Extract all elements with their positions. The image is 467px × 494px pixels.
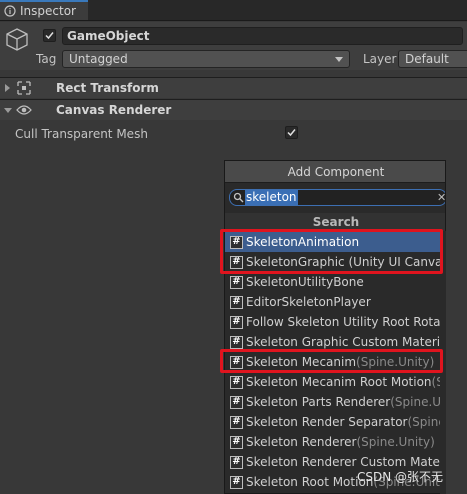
component-name: Canvas Renderer [56,103,172,117]
component-item-namespace: (Spine.Unity) [356,435,435,449]
script-icon: # [230,455,243,469]
component-list-item[interactable]: #Skeleton Mecanim Root Motion(Sp [225,372,445,392]
fold-right-icon [5,84,10,92]
tab-inspector[interactable]: Inspector [0,0,88,20]
object-name-field[interactable]: GameObject [62,27,463,45]
check-icon [287,129,296,137]
component-list-item[interactable]: #Skeleton Render Separator(Spine.U [225,412,445,432]
info-icon [4,5,16,17]
eye-icon [16,105,32,115]
script-icon: # [230,275,243,289]
highlight-box [220,349,443,373]
script-icon: # [230,415,243,429]
active-checkbox[interactable] [43,29,56,42]
script-icon: # [230,475,243,489]
component-item-label: SkeletonUtilityBone [246,275,364,289]
component-item-label: Skeleton Render Separator [246,415,408,429]
cull-transparent-mesh-checkbox[interactable] [285,126,298,139]
tab-bar: Inspector [0,0,467,21]
layer-label: Layer [363,52,397,66]
component-list-item[interactable]: # Skeleton Renderer (Spine.Unity) [225,432,445,452]
tag-label: Tag [36,52,57,66]
add-component-header: Add Component [225,161,445,183]
component-item-label: Skeleton Parts Renderer [246,395,391,409]
tab-label: Inspector [20,4,76,18]
component-item-namespace: (Spine.Uni [390,395,446,409]
cull-transparent-mesh-label: Cull Transparent Mesh [15,127,148,141]
component-name: Rect Transform [56,81,159,95]
script-icon: # [230,315,243,329]
component-item-label: Skeleton Renderer [246,435,357,449]
component-list-item[interactable]: # Follow Skeleton Utility Root Rotatic [225,312,446,332]
tag-dropdown[interactable]: Untagged [62,50,350,68]
add-component-popup: Add Component skeleton ✕ Search # Skeleto… [224,160,446,494]
component-item-label: EditorSkeletonPlayer [246,295,371,309]
component-search-input[interactable]: skeleton ✕ [229,189,445,206]
search-value: skeleton [245,190,298,205]
component-item-label: Skeleton Renderer Custom Materia [246,455,446,469]
cube-icon [6,28,28,51]
component-list-item[interactable]: # SkeletonUtilityBone [225,272,445,292]
component-item-label: Skeleton Mecanim Root Motion [246,375,432,389]
component-list-item[interactable]: # EditorSkeletonPlayer [225,292,445,312]
watermark: CSDN @张不无 [357,470,444,484]
chevron-down-icon [335,57,343,62]
component-item-label: Skeleton Graphic Custom Materials [246,335,446,349]
script-icon: # [230,435,243,449]
rect-transform-header[interactable]: Rect Transform [0,77,467,98]
layer-dropdown[interactable]: Default [398,50,467,68]
clear-search-icon[interactable]: ✕ [437,190,445,205]
script-icon: # [230,395,243,409]
script-icon: # [230,375,243,389]
fold-down-icon [4,108,12,113]
component-item-label: Follow Skeleton Utility Root Rotatic [246,315,446,329]
component-list-item[interactable]: # Skeleton Parts Renderer (Spine.Uni [225,392,446,412]
script-icon: # [230,335,243,349]
search-icon [233,192,244,203]
rect-transform-icon [17,81,31,95]
script-icon: # [230,295,243,309]
highlight-box [220,229,443,274]
component-item-label: Skeleton Root Motion [246,475,374,489]
canvas-renderer-header[interactable]: Canvas Renderer [0,99,467,120]
check-icon [45,32,54,40]
